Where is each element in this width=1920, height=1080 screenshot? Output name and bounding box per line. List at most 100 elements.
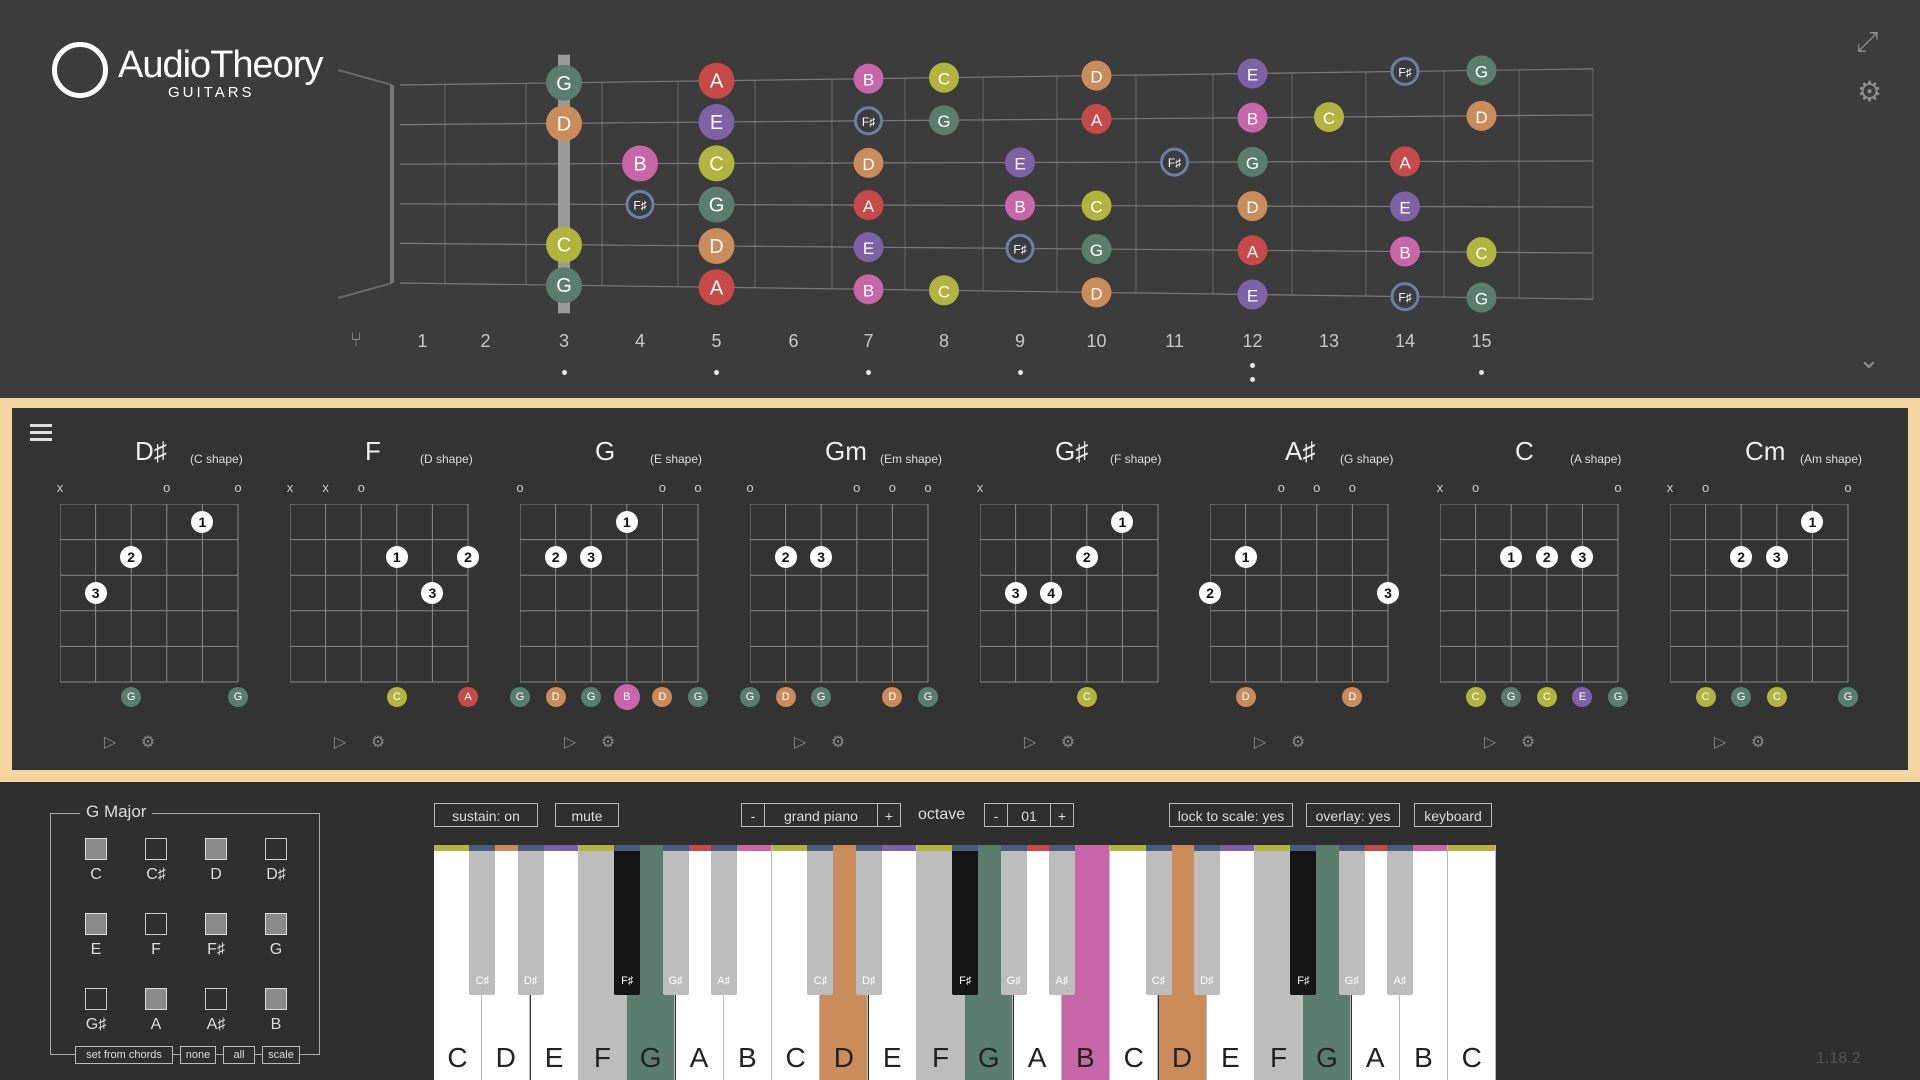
piano-black-key[interactable]: C♯ bbox=[469, 845, 496, 995]
fret-note[interactable]: G bbox=[1081, 234, 1112, 265]
lock-to-scale-button[interactable]: lock to scale: yes bbox=[1169, 803, 1293, 827]
fret-note[interactable]: A bbox=[1237, 235, 1268, 266]
fret-note[interactable]: B bbox=[853, 63, 884, 94]
pitch-class-toggle[interactable]: A bbox=[136, 988, 176, 1034]
fret-note[interactable]: F♯ bbox=[1005, 233, 1035, 263]
checkbox[interactable] bbox=[85, 913, 107, 935]
fret-note[interactable]: A bbox=[1081, 103, 1112, 134]
pitch-class-toggle[interactable]: F bbox=[136, 913, 176, 959]
chord-settings-icon[interactable]: ⚙ bbox=[1518, 732, 1538, 752]
finger-dot[interactable]: 3 bbox=[84, 582, 107, 604]
finger-dot[interactable]: 3 bbox=[1377, 582, 1399, 604]
tuning-fork-icon[interactable]: ⑂ bbox=[350, 330, 362, 350]
pitch-class-toggle[interactable]: A♯ bbox=[196, 988, 236, 1034]
piano-black-key[interactable]: G♯ bbox=[1000, 845, 1027, 995]
play-icon[interactable]: ▷ bbox=[1250, 732, 1270, 752]
chord-settings-icon[interactable]: ⚙ bbox=[828, 732, 848, 752]
fret-note[interactable]: G bbox=[929, 105, 959, 136]
overlay-button[interactable]: overlay: yes bbox=[1306, 803, 1400, 827]
checkbox[interactable] bbox=[85, 988, 107, 1010]
chord-diagram[interactable]: F (D shape) x x o 1 2 3 C A ▷ ⚙ bbox=[287, 432, 490, 762]
fret-note[interactable]: B bbox=[622, 145, 658, 182]
fret-note[interactable]: G bbox=[1466, 282, 1497, 313]
fret-note[interactable]: E bbox=[1237, 279, 1268, 310]
fret-note[interactable]: A bbox=[698, 62, 735, 99]
chord-diagram[interactable]: A♯ (G shape) o o o 1 2 3 D D ▷ ⚙ bbox=[1199, 432, 1410, 762]
chord-settings-icon[interactable]: ⚙ bbox=[1748, 732, 1768, 752]
fret-note[interactable]: G bbox=[546, 64, 582, 101]
play-icon[interactable]: ▷ bbox=[1710, 732, 1730, 752]
fret-note[interactable]: B bbox=[1390, 236, 1420, 267]
fret-note[interactable]: E bbox=[853, 232, 884, 263]
fret-note[interactable]: D bbox=[546, 105, 582, 142]
octave-up-button[interactable]: + bbox=[1050, 803, 1074, 827]
piano-black-key[interactable]: F♯ bbox=[614, 845, 641, 995]
fret-note[interactable]: A bbox=[1390, 146, 1420, 177]
instrument-select[interactable]: grand piano bbox=[764, 803, 878, 827]
fret-note[interactable]: F♯ bbox=[1390, 282, 1420, 312]
checkbox[interactable] bbox=[265, 838, 287, 860]
finger-dot[interactable]: 1 bbox=[1234, 546, 1257, 569]
mute-button[interactable]: mute bbox=[555, 803, 619, 827]
chord-settings-icon[interactable]: ⚙ bbox=[1058, 732, 1078, 752]
fret-note[interactable]: F♯ bbox=[625, 189, 655, 219]
fret-note[interactable]: C bbox=[546, 226, 582, 263]
instrument-prev-button[interactable]: - bbox=[741, 803, 765, 827]
keyboard-button[interactable]: keyboard bbox=[1414, 803, 1492, 827]
finger-dot[interactable]: 2 bbox=[544, 546, 567, 569]
checkbox[interactable] bbox=[145, 913, 167, 935]
piano-black-key[interactable]: G♯ bbox=[1338, 845, 1365, 995]
fret-note[interactable]: D bbox=[853, 147, 884, 178]
piano-black-key[interactable]: A♯ bbox=[1387, 845, 1413, 995]
finger-dot[interactable]: 3 bbox=[1004, 582, 1027, 604]
fret-note[interactable]: B bbox=[1005, 190, 1035, 221]
chord-diagram[interactable]: G♯ (F shape) x 1 2 3 4 C ▷ ⚙ bbox=[977, 432, 1180, 762]
pitch-class-toggle[interactable]: C bbox=[76, 838, 116, 884]
fret-note[interactable]: D bbox=[1081, 277, 1112, 308]
fullscreen-icon[interactable]: ⤢ bbox=[1856, 28, 1878, 56]
hamburger-menu-icon[interactable] bbox=[30, 424, 52, 442]
fret-note[interactable]: B bbox=[1237, 102, 1268, 133]
chord-diagram[interactable]: D♯ (C shape) x o o 1 2 3 G G ▷ ⚙ bbox=[57, 432, 260, 762]
fret-note[interactable]: G bbox=[698, 186, 735, 223]
chord-diagram[interactable]: C (A shape) x o o 1 2 3 C G C E G ▷ ⚙ bbox=[1437, 432, 1640, 762]
checkbox[interactable] bbox=[265, 913, 287, 935]
fret-note[interactable]: C bbox=[1081, 190, 1112, 221]
finger-dot[interactable]: 2 bbox=[1199, 582, 1221, 604]
play-icon[interactable]: ▷ bbox=[1480, 732, 1500, 752]
chord-settings-icon[interactable]: ⚙ bbox=[368, 732, 388, 752]
chord-settings-icon[interactable]: ⚙ bbox=[1288, 732, 1308, 752]
chord-settings-icon[interactable]: ⚙ bbox=[138, 732, 158, 752]
fret-note[interactable]: A bbox=[698, 269, 735, 306]
pitch-class-toggle[interactable]: F♯ bbox=[196, 913, 236, 959]
fret-note[interactable]: G bbox=[546, 267, 582, 304]
play-icon[interactable]: ▷ bbox=[330, 732, 350, 752]
play-icon[interactable]: ▷ bbox=[790, 732, 810, 752]
fret-note[interactable]: F♯ bbox=[854, 106, 883, 136]
fret-note[interactable]: E bbox=[1005, 147, 1035, 178]
piano-black-key[interactable]: F♯ bbox=[1290, 845, 1317, 995]
pitch-class-toggle[interactable]: B bbox=[256, 988, 296, 1034]
fret-note[interactable]: C bbox=[929, 275, 959, 306]
checkbox[interactable] bbox=[145, 988, 167, 1010]
fret-note[interactable]: E bbox=[1390, 191, 1420, 222]
pitch-class-toggle[interactable]: G bbox=[256, 913, 296, 959]
fret-note[interactable]: C bbox=[1466, 237, 1497, 268]
piano-black-key[interactable]: D♯ bbox=[517, 845, 544, 995]
none-button[interactable]: none bbox=[180, 1046, 216, 1064]
fret-note[interactable]: C bbox=[698, 145, 735, 182]
checkbox[interactable] bbox=[265, 988, 287, 1010]
scale-button[interactable]: scale bbox=[262, 1046, 300, 1064]
fret-note[interactable]: D bbox=[1466, 100, 1497, 131]
fret-note[interactable]: G bbox=[1237, 146, 1268, 177]
fret-note[interactable]: D bbox=[1081, 60, 1112, 91]
checkbox[interactable] bbox=[145, 838, 167, 860]
finger-dot[interactable]: 2 bbox=[774, 546, 797, 569]
fret-note[interactable]: F♯ bbox=[1390, 56, 1420, 86]
fret-note[interactable]: E bbox=[698, 104, 735, 141]
octave-down-button[interactable]: - bbox=[984, 803, 1008, 827]
piano-black-key[interactable]: A♯ bbox=[1048, 845, 1075, 995]
instrument-next-button[interactable]: + bbox=[877, 803, 901, 827]
sustain-button[interactable]: sustain: on bbox=[434, 803, 538, 827]
settings-gear-icon[interactable]: ⚙ bbox=[1857, 78, 1882, 106]
